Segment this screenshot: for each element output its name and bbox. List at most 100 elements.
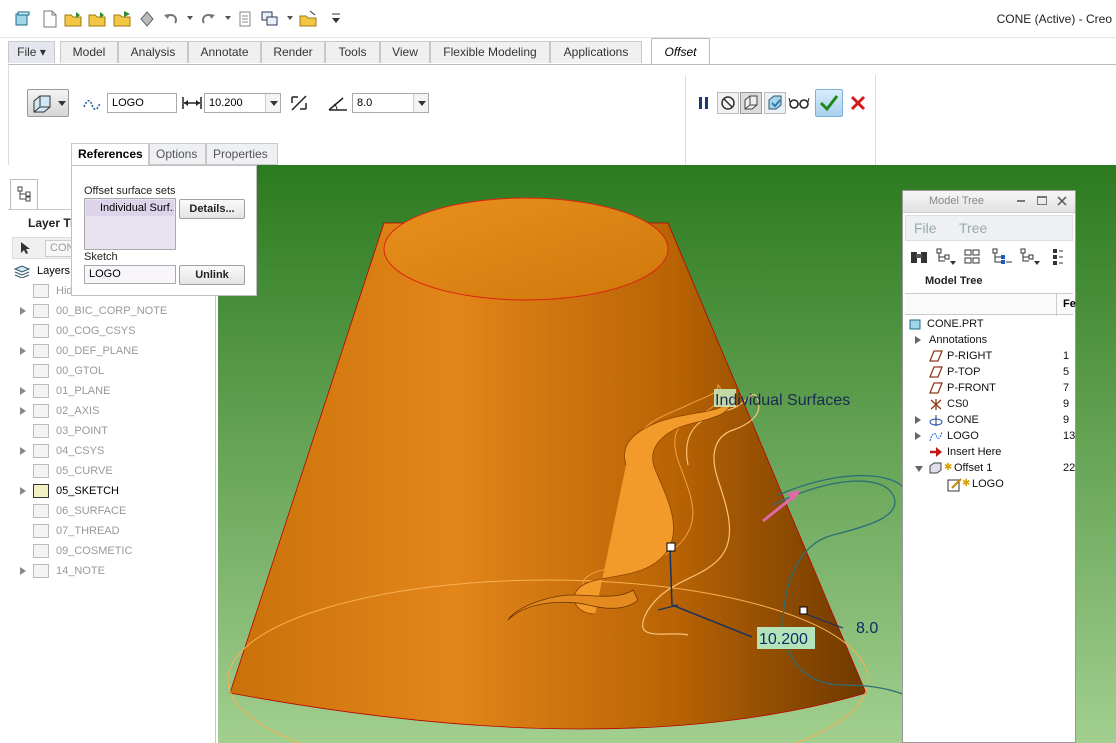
- model-tree-item[interactable]: Insert Here: [903, 444, 1073, 460]
- model-tree-item[interactable]: CS0 9: [903, 396, 1073, 412]
- model-tree-item[interactable]: Annotations: [903, 332, 1073, 348]
- individual-surfaces-label[interactable]: Individual Surfaces: [715, 392, 850, 409]
- details-button[interactable]: Details...: [179, 199, 245, 219]
- expand-arrow-icon[interactable]: [915, 416, 921, 424]
- regenerate-icon[interactable]: [137, 9, 157, 29]
- tab-layer-tree[interactable]: [10, 179, 38, 209]
- subtab-properties[interactable]: Properties: [206, 143, 278, 165]
- unlink-button[interactable]: Unlink: [179, 265, 245, 285]
- tab-render[interactable]: Render: [261, 41, 325, 63]
- layer-row[interactable]: 05_CURVE: [8, 461, 208, 481]
- expand-arrow-icon[interactable]: [20, 387, 26, 395]
- offset-type-dropdown[interactable]: [27, 89, 69, 117]
- menu-tree[interactable]: Tree: [959, 220, 987, 236]
- apply-check-button[interactable]: [815, 89, 843, 117]
- redo-icon[interactable]: [198, 9, 218, 29]
- drag-handle[interactable]: [666, 542, 676, 552]
- tab-tools[interactable]: Tools: [325, 41, 380, 63]
- tab-model[interactable]: Model: [60, 41, 118, 63]
- surface-set-item[interactable]: Individual Surf...: [86, 200, 174, 216]
- model-tree-item[interactable]: P-FRONT 7: [903, 380, 1073, 396]
- copy-icon[interactable]: [235, 9, 255, 29]
- distance-dim-label[interactable]: 10.200: [759, 631, 808, 648]
- expand-arrow-icon[interactable]: [915, 432, 921, 440]
- layer-row[interactable]: 00_COG_CSYS: [8, 321, 208, 341]
- chevron-down-icon[interactable]: [265, 94, 280, 112]
- layer-row[interactable]: 03_POINT: [8, 421, 208, 441]
- glasses-icon[interactable]: [788, 92, 810, 114]
- model-tree-item[interactable]: CONE 9: [903, 412, 1073, 428]
- sketch-name-field[interactable]: LOGO: [107, 93, 177, 113]
- offset-distance-combo[interactable]: 10.200: [204, 93, 281, 113]
- minimize-icon[interactable]: [1017, 200, 1025, 202]
- close-icon[interactable]: [1057, 196, 1067, 206]
- maximize-icon[interactable]: [1037, 196, 1047, 205]
- layer-row[interactable]: 05_SKETCH: [8, 481, 208, 501]
- drag-handle[interactable]: [799, 606, 808, 615]
- layer-row[interactable]: 02_AXIS: [8, 401, 208, 421]
- tree-settings-icon[interactable]: [1019, 248, 1041, 266]
- expand-arrow-icon[interactable]: [20, 407, 26, 415]
- undo-icon[interactable]: [161, 9, 181, 29]
- verify-icon[interactable]: [764, 92, 786, 114]
- binoculars-icon[interactable]: [909, 248, 929, 266]
- customize-icon[interactable]: [326, 9, 346, 29]
- expand-arrow-icon[interactable]: [20, 567, 26, 575]
- surface-sets-list[interactable]: Individual Surf...: [84, 198, 176, 250]
- tab-analysis[interactable]: Analysis: [118, 41, 188, 63]
- model-tree-item[interactable]: ✱ Offset 1 22: [903, 460, 1075, 476]
- more-options-icon[interactable]: [1049, 248, 1065, 266]
- expand-arrow-icon[interactable]: [20, 487, 26, 495]
- subtab-references[interactable]: References: [71, 143, 149, 166]
- windows-icon[interactable]: [260, 9, 280, 29]
- model-tree-item[interactable]: LOGO 13: [903, 428, 1075, 444]
- model-tree-column-header[interactable]: Fe: [905, 293, 1076, 316]
- pointer-icon[interactable]: [19, 241, 31, 255]
- layer-row[interactable]: 06_SURFACE: [8, 501, 208, 521]
- layer-row[interactable]: 00_DEF_PLANE: [8, 341, 208, 361]
- tab-flexible-modeling[interactable]: Flexible Modeling: [430, 41, 550, 63]
- flip-direction-icon[interactable]: [288, 92, 310, 114]
- tree-filter-icon[interactable]: [935, 248, 957, 266]
- model-tree-titlebar[interactable]: Model Tree: [903, 191, 1075, 213]
- expand-arrow-icon[interactable]: [20, 347, 26, 355]
- layer-row[interactable]: 04_CSYS: [8, 441, 208, 461]
- layer-row[interactable]: 07_THREAD: [8, 521, 208, 541]
- model-tree-item[interactable]: ✱ LOGO: [903, 476, 1073, 492]
- expand-arrow-icon[interactable]: [20, 307, 26, 315]
- cancel-x-button[interactable]: [847, 92, 869, 114]
- layer-row[interactable]: 00_GTOL: [8, 361, 208, 381]
- collapse-arrow-icon[interactable]: [915, 466, 923, 472]
- tab-applications[interactable]: Applications: [550, 41, 642, 63]
- cube-icon[interactable]: [12, 9, 32, 29]
- cone-top-face[interactable]: [383, 197, 669, 301]
- tab-annotate[interactable]: Annotate: [188, 41, 261, 63]
- no-preview-icon[interactable]: [717, 92, 739, 114]
- open-folder-icon[interactable]: [88, 9, 108, 29]
- model-tree-item[interactable]: CONE.PRT: [903, 316, 1073, 332]
- close-window-icon[interactable]: [298, 9, 318, 29]
- chevron-down-icon[interactable]: [413, 94, 428, 112]
- angle-dim-label[interactable]: 8.0: [856, 620, 878, 637]
- expand-arrow-icon[interactable]: [915, 336, 921, 344]
- layer-row[interactable]: 00_BIC_CORP_NOTE: [8, 301, 208, 321]
- angle-combo[interactable]: 8.0: [352, 93, 429, 113]
- save-icon[interactable]: [113, 9, 133, 29]
- model-tree-item[interactable]: P-TOP 5: [903, 364, 1073, 380]
- tab-view[interactable]: View: [380, 41, 430, 63]
- sketch-reference-field[interactable]: LOGO: [84, 265, 176, 284]
- menu-file[interactable]: File: [914, 220, 937, 236]
- layer-row[interactable]: 14_NOTE: [8, 561, 208, 581]
- tab-offset[interactable]: Offset: [651, 38, 710, 64]
- tree-columns-icon[interactable]: [991, 248, 1013, 266]
- subtab-options[interactable]: Options: [149, 143, 206, 165]
- layer-row[interactable]: 01_PLANE: [8, 381, 208, 401]
- grid-icon[interactable]: [963, 248, 983, 266]
- tab-file[interactable]: File ▾: [8, 41, 55, 63]
- layer-row[interactable]: 09_COSMETIC: [8, 541, 208, 561]
- open-folder-icon[interactable]: [64, 9, 84, 29]
- pause-icon[interactable]: [693, 92, 715, 114]
- new-file-icon[interactable]: [40, 9, 60, 29]
- sketch-icon[interactable]: [81, 92, 103, 114]
- preview-icon[interactable]: [740, 92, 762, 114]
